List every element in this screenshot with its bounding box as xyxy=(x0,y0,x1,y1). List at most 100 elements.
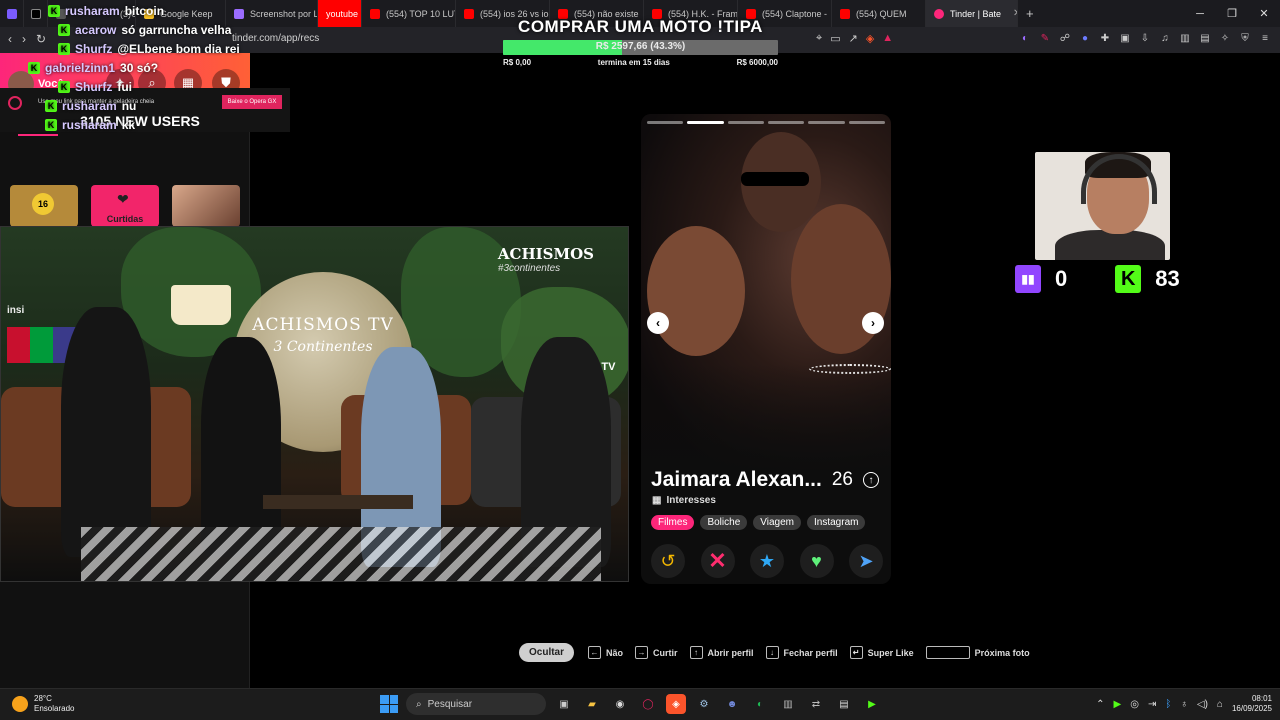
location-icon[interactable]: ⌖ xyxy=(816,32,822,45)
volume-icon[interactable]: ◁) xyxy=(1197,699,1208,710)
curtidas-label: Curtidas xyxy=(106,214,144,224)
youtube-icon xyxy=(840,8,850,19)
chat-message: Kgabrielzinn1 30 só? xyxy=(28,61,158,75)
likes-thumbnail[interactable]: 16 xyxy=(10,185,78,227)
super-like-icon[interactable]: ★ xyxy=(750,544,784,578)
weather-widget[interactable]: 28°C Ensolarado xyxy=(12,694,74,714)
url-field[interactable]: tinder.com/app/recs xyxy=(232,33,319,44)
minimize-icon[interactable]: ─ xyxy=(1184,0,1216,27)
profile-card[interactable]: ‹ › Jaimara Alexan... 26 ↑ ▦ Interesses … xyxy=(641,114,891,584)
media-icon[interactable]: ♫ xyxy=(1158,31,1172,45)
chat-text: @ELbene bom dia rei xyxy=(117,42,240,56)
clock-time: 08:01 xyxy=(1251,694,1272,703)
bluetooth-icon[interactable]: ᛒ xyxy=(1165,699,1171,710)
sidebar-icon[interactable]: ▥ xyxy=(1178,31,1192,45)
match-thumbnail[interactable] xyxy=(172,185,240,227)
browser-tab[interactable]: youtube xyxy=(318,0,362,27)
profile-photo[interactable]: ‹ › xyxy=(641,114,891,474)
next-photo-icon[interactable]: › xyxy=(862,312,884,334)
goal-labels: R$ 0,00 termina em 15 dias R$ 6000,00 xyxy=(503,58,778,67)
puzzle-icon[interactable]: ✚ xyxy=(1098,31,1112,45)
goal-progress-text: R$ 2597,66 (43.3%) xyxy=(595,41,686,52)
opera-gx-icon xyxy=(8,96,22,110)
wallet-icon[interactable]: ▤ xyxy=(1198,31,1212,45)
network-icon[interactable]: ⌂ xyxy=(1217,699,1223,710)
forward-icon[interactable]: › xyxy=(22,32,26,46)
space-key-icon xyxy=(925,646,970,659)
windows-start-icon[interactable] xyxy=(380,695,398,713)
promo-button[interactable]: Baixe o Opera GX xyxy=(222,95,282,109)
hint-like: → Curtir xyxy=(635,646,678,659)
taskbar-search[interactable]: ⌕ Pesquisar xyxy=(406,693,546,715)
new-tab-button[interactable]: + xyxy=(1018,0,1042,27)
browser-tab[interactable] xyxy=(0,0,24,27)
opera-gx-icon[interactable]: ◯ xyxy=(638,694,658,714)
browser-tab[interactable]: Screenshot por L xyxy=(226,0,318,27)
back-icon[interactable]: ‹ xyxy=(8,32,12,46)
leo-icon[interactable]: ✧ xyxy=(1218,31,1232,45)
site-icons: ⌖ ▭ ↗ ◈ ▲ xyxy=(816,32,893,45)
kick-count: 83 xyxy=(1155,266,1180,291)
tray-app-icon[interactable]: ▶ xyxy=(1114,699,1122,710)
extension-icon[interactable]: ● xyxy=(1078,31,1092,45)
hide-button[interactable]: Ocultar xyxy=(519,643,575,662)
boost-icon[interactable]: ➤ xyxy=(849,544,883,578)
extension-icon[interactable]: ▣ xyxy=(1118,31,1132,45)
brave-shield-icon[interactable]: ◈ xyxy=(866,32,874,45)
kick-badge-icon: K xyxy=(58,43,70,55)
menu-icon[interactable]: ≡ xyxy=(1258,31,1272,45)
browser-tab[interactable]: (554) QUEM xyxy=(832,0,926,27)
curtidas-thumbnail[interactable]: ❤ Curtidas xyxy=(91,185,159,227)
chat-text: nu xyxy=(121,99,137,113)
spotify-icon[interactable]: ◐ xyxy=(750,694,770,714)
chat-user: rusharam xyxy=(62,118,117,132)
like-icon[interactable]: ♥ xyxy=(799,544,834,578)
extension-icon[interactable]: ◐ xyxy=(1018,31,1032,45)
hint-super: ↵ Super Like xyxy=(849,646,914,659)
extension-icon[interactable]: ✎ xyxy=(1038,31,1052,45)
chat-user: gabrielzinn1 xyxy=(45,61,116,75)
photo-progress-segment xyxy=(687,121,724,124)
clock[interactable]: 08:01 16/09/2025 xyxy=(1232,694,1272,714)
reload-icon[interactable]: ↻ xyxy=(36,32,46,46)
download-icon[interactable]: ⇩ xyxy=(1138,31,1152,45)
stream-app-icon[interactable]: ⇄ xyxy=(806,694,826,714)
coffee-table xyxy=(263,495,413,509)
extension-icons: ◐ ✎ ☍ ● ✚ ▣ ⇩ ♫ ▥ ▤ ✧ ⛨ ≡ xyxy=(1018,31,1272,45)
extension-icon[interactable]: ☍ xyxy=(1058,31,1072,45)
grid-icon: ▦ xyxy=(652,495,662,506)
browser-tab[interactable] xyxy=(24,0,48,27)
close-icon[interactable]: ✕ xyxy=(1248,0,1280,27)
mic-icon[interactable]: ♁ xyxy=(1180,699,1188,710)
photo-progress-segment xyxy=(647,121,684,124)
discord-icon[interactable]: ☻ xyxy=(722,694,742,714)
maximize-icon[interactable]: ❐ xyxy=(1216,0,1248,27)
browser-tab-active[interactable]: Tinder | Bate✕ xyxy=(926,0,1018,27)
info-arrow-icon[interactable]: ↑ xyxy=(862,472,879,488)
tray-app-icon[interactable]: ◎ xyxy=(1130,699,1139,710)
audio-app-icon[interactable]: ▥ xyxy=(778,694,798,714)
rewind-icon[interactable]: ↺ xyxy=(651,544,685,578)
browser-tab[interactable]: (554) TOP 10 LUT xyxy=(362,0,456,27)
task-view-icon[interactable]: ▣ xyxy=(554,694,574,714)
kick-app-icon[interactable]: ▶ xyxy=(862,694,882,714)
nope-icon[interactable]: ✕ xyxy=(700,544,735,578)
search-icon: ⌕ xyxy=(416,698,422,710)
kick-badge-icon: K xyxy=(58,81,70,93)
prev-photo-icon[interactable]: ‹ xyxy=(647,312,669,334)
hint-label: Próxima foto xyxy=(974,647,1030,658)
file-explorer-icon[interactable]: ▰ xyxy=(582,694,602,714)
steam-icon[interactable]: ⚙ xyxy=(694,694,714,714)
vpn-icon[interactable]: ⛨ xyxy=(1238,31,1252,45)
goal-progress-bar: R$ 2597,66 (43.3%) xyxy=(503,40,778,55)
brave-icon[interactable]: ◈ xyxy=(666,694,686,714)
chrome-icon[interactable]: ◉ xyxy=(610,694,630,714)
chat-user: acarow xyxy=(75,23,117,37)
notepad-icon[interactable]: ▤ xyxy=(834,694,854,714)
cast-icon[interactable]: ▭ xyxy=(830,32,840,45)
brave-rewards-icon[interactable]: ▲ xyxy=(882,32,893,45)
share-icon[interactable]: ↗ xyxy=(849,32,858,45)
video-player[interactable]: ACHISMOS TV 3 Continentes ACHISMOS #3con… xyxy=(0,226,629,582)
tray-expand-icon[interactable]: ⌃ xyxy=(1096,699,1104,710)
tray-app-icon[interactable]: ⇥ xyxy=(1148,699,1156,710)
